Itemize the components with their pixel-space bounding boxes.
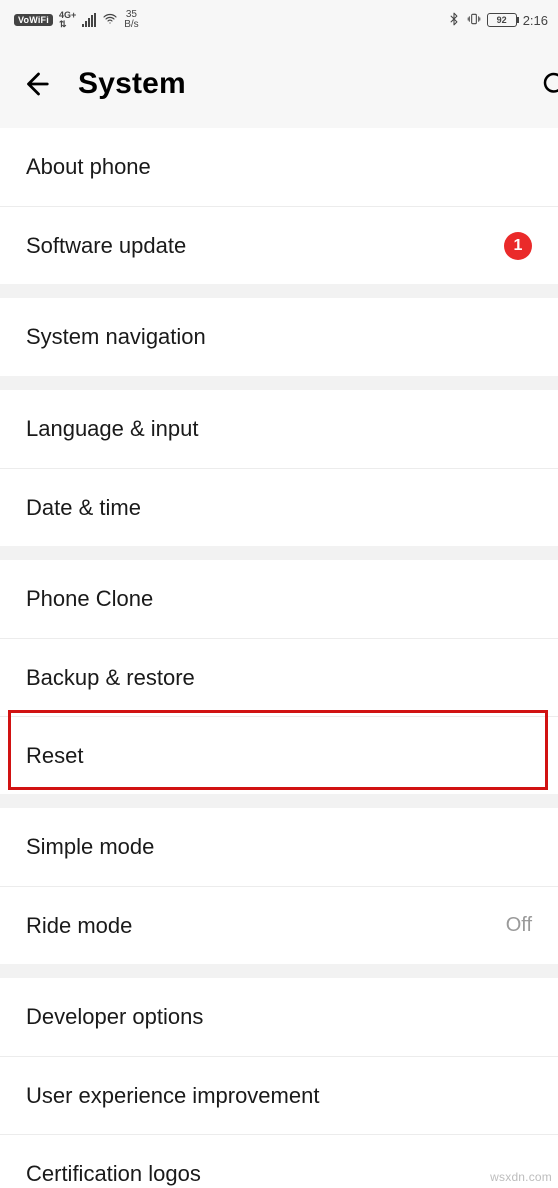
wifi-icon [102,11,118,30]
row-date-time[interactable]: Date & time [0,468,558,546]
row-simple-mode[interactable]: Simple mode [0,808,558,886]
network-arrows: ⇅ [59,20,67,29]
page-title: System [78,67,492,101]
row-label: About phone [26,154,532,180]
back-button[interactable] [12,60,60,108]
row-label: Date & time [26,495,532,521]
row-label: Backup & restore [26,665,532,691]
row-label: System navigation [26,324,532,350]
settings-group: System navigation [0,298,558,376]
row-certification[interactable]: Certification logos [0,1134,558,1188]
search-button[interactable] [510,40,558,128]
data-speed-unit: B/s [124,20,138,30]
status-bar: VoWiFi 4G+ ⇅ 35 B/s 92 2:16 [0,0,558,40]
data-speed: 35 B/s [124,10,138,30]
row-software-update[interactable]: Software update1 [0,206,558,284]
vowifi-indicator: VoWiFi [14,14,53,26]
row-label: Language & input [26,416,532,442]
row-label: Software update [26,233,504,259]
status-right: 92 2:16 [447,12,548,29]
vibrate-icon [467,12,481,29]
group-separator [0,546,558,560]
bluetooth-icon [447,12,461,29]
row-about-phone[interactable]: About phone [0,128,558,206]
row-label: Certification logos [26,1161,532,1187]
arrow-left-icon [21,69,51,99]
signal-bars-icon [82,14,96,27]
group-separator [0,376,558,390]
group-separator [0,284,558,298]
row-backup-restore[interactable]: Backup & restore [0,638,558,716]
row-label: Simple mode [26,834,532,860]
watermark: wsxdn.com [490,1170,552,1184]
update-badge: 1 [504,232,532,260]
settings-list: About phone Software update1 System naviga… [0,128,558,1188]
row-phone-clone[interactable]: Phone Clone [0,560,558,638]
settings-group: Language & input Date & time [0,390,558,546]
settings-group: About phone Software update1 [0,128,558,284]
row-reset[interactable]: Reset [0,716,558,794]
app-bar: System [0,40,558,128]
group-separator [0,794,558,808]
row-value: Off [506,914,532,937]
row-label: Phone Clone [26,586,532,612]
settings-group: Phone Clone Backup & restore Reset [0,560,558,794]
row-language-input[interactable]: Language & input [0,390,558,468]
group-separator [0,964,558,978]
row-developer-options[interactable]: Developer options [0,978,558,1056]
row-label: Ride mode [26,913,506,939]
settings-group: Developer options User experience improve… [0,978,558,1188]
row-ride-mode[interactable]: Ride modeOff [0,886,558,964]
row-label: Developer options [26,1004,532,1030]
clock: 2:16 [523,13,548,28]
battery-indicator: 92 [487,13,517,27]
network-type: 4G+ ⇅ [59,11,76,29]
row-label: Reset [26,743,532,769]
status-left: VoWiFi 4G+ ⇅ 35 B/s [14,10,139,30]
search-icon [540,69,558,99]
row-label: User experience improvement [26,1083,532,1109]
settings-group: Simple mode Ride modeOff [0,808,558,964]
row-system-navigation[interactable]: System navigation [0,298,558,376]
row-user-experience[interactable]: User experience improvement [0,1056,558,1134]
